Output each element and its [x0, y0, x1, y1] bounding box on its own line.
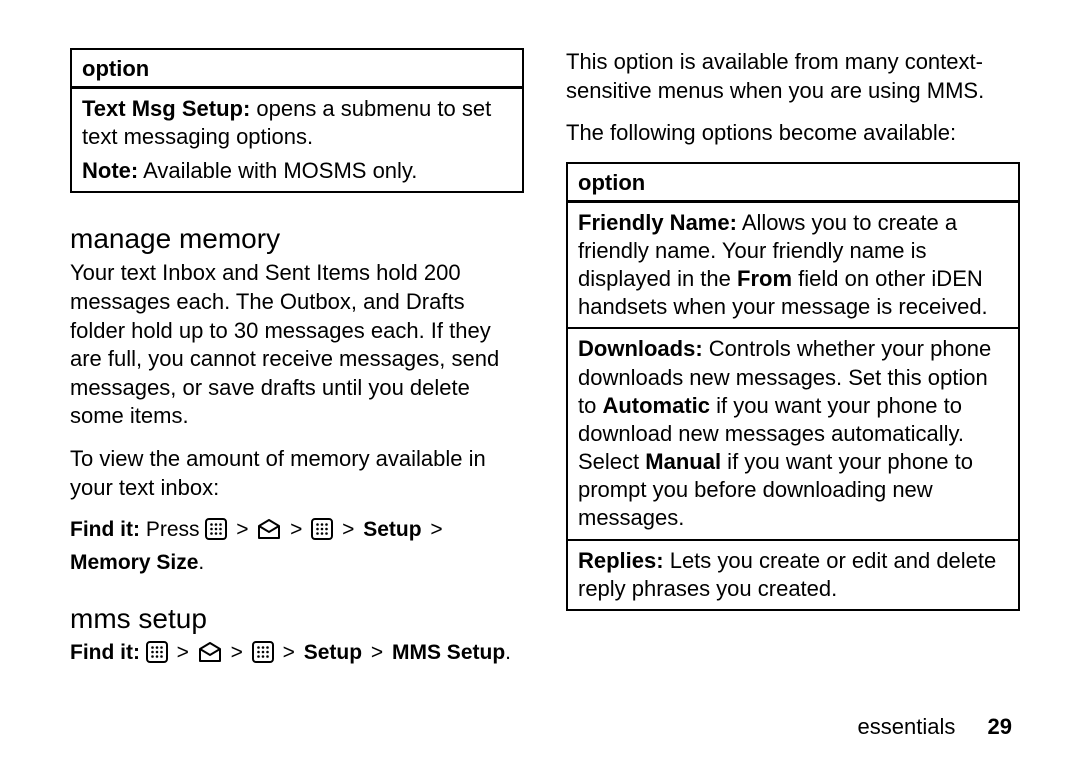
footer-page-number: 29 [988, 714, 1012, 739]
gt: > [233, 518, 251, 541]
grid-icon [146, 641, 168, 671]
manage-memory-p1: Your text Inbox and Sent Items hold 200 … [70, 259, 524, 431]
note-label: Note: [82, 158, 138, 183]
gt: > [280, 641, 298, 664]
gt: > [427, 518, 445, 541]
option-box-right: option Friendly Name: Allows you to crea… [566, 162, 1020, 611]
findit-label: Find it: [70, 518, 140, 541]
findit-label: Find it: [70, 641, 140, 664]
footer-label: essentials [858, 714, 956, 739]
findit-memory: Find it: Press > > > Setup > Memory Size… [70, 516, 524, 577]
right-intro-p2: The following options become available: [566, 119, 1020, 148]
gt: > [368, 641, 386, 664]
mms-setup-heading: mms setup [70, 603, 524, 635]
text-msg-setup-label: Text Msg Setup: [82, 96, 250, 121]
page-footer: essentials 29 [858, 714, 1012, 740]
replies-label: Replies: [578, 548, 664, 573]
left-column: option Text Msg Setup: opens a submenu t… [70, 48, 524, 736]
period: . [198, 551, 204, 574]
path-setup: Setup [304, 641, 362, 664]
envelope-icon [198, 641, 222, 671]
text-msg-setup-desc: Text Msg Setup: opens a submenu to set t… [82, 95, 512, 151]
gt: > [287, 518, 305, 541]
path-mmssetup: MMS Setup [392, 641, 505, 664]
manage-memory-heading: manage memory [70, 223, 524, 255]
right-intro-p1: This option is available from many conte… [566, 48, 1020, 105]
option-header-left: option [72, 50, 522, 89]
note-text: Available with MOSMS only. [138, 158, 417, 183]
gt: > [228, 641, 246, 664]
option-row-friendly-name: Friendly Name: Allows you to create a fr… [568, 203, 1018, 330]
manual-label: Manual [645, 449, 721, 474]
findit-mms: Find it: > > > Setup > MMS Setup. [70, 639, 524, 671]
grid-icon [205, 518, 227, 548]
option-box-left: option Text Msg Setup: opens a submenu t… [70, 48, 524, 193]
grid-icon [252, 641, 274, 671]
path-memsize: Memory Size [70, 551, 198, 574]
note-line: Note: Available with MOSMS only. [82, 157, 512, 185]
period: . [505, 641, 511, 664]
from-label: From [737, 266, 792, 291]
friendly-name-label: Friendly Name: [578, 210, 737, 235]
findit-press: Press [140, 518, 205, 541]
manage-memory-p2: To view the amount of memory available i… [70, 445, 524, 502]
gt: > [339, 518, 357, 541]
option-header-right: option [568, 164, 1018, 203]
grid-icon [311, 518, 333, 548]
manual-page: option Text Msg Setup: opens a submenu t… [0, 0, 1080, 766]
option-row-downloads: Downloads: Controls whether your phone d… [568, 329, 1018, 540]
envelope-icon [257, 518, 281, 548]
automatic-label: Automatic [602, 393, 710, 418]
option-body-left: Text Msg Setup: opens a submenu to set t… [72, 89, 522, 191]
option-row-replies: Replies: Lets you create or edit and del… [568, 541, 1018, 609]
path-setup: Setup [363, 518, 421, 541]
right-column: This option is available from many conte… [566, 48, 1020, 736]
downloads-label: Downloads: [578, 336, 703, 361]
gt: > [174, 641, 192, 664]
